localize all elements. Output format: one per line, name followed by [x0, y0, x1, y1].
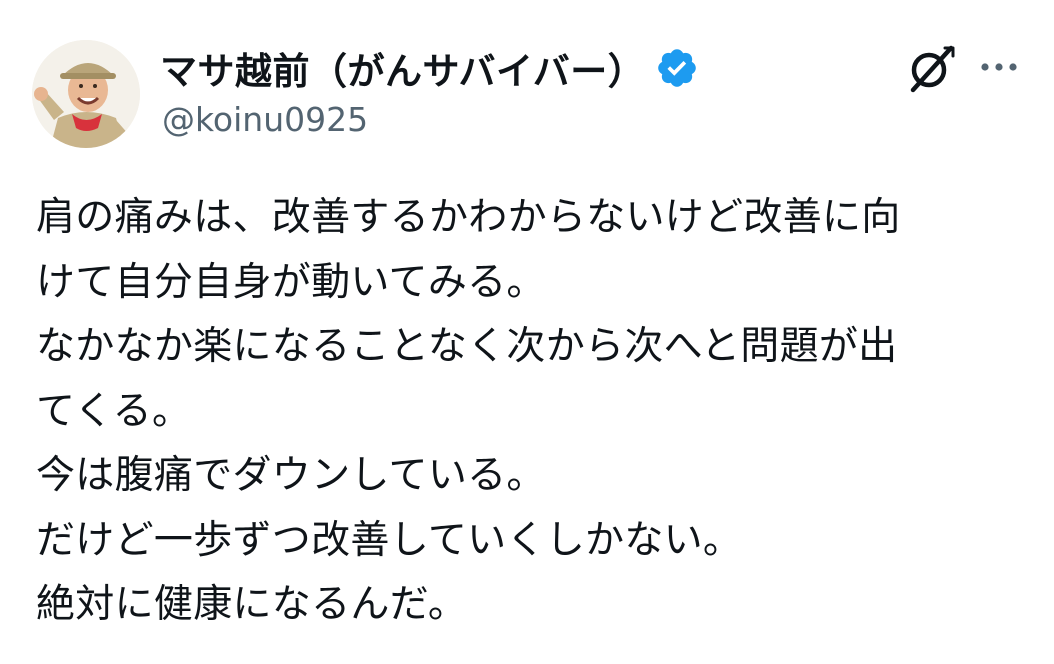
tweet-line: なかなか楽になることなく次から次へと問題が出 — [36, 324, 898, 369]
tweet-line: 絶対に健康になるんだ。 — [36, 582, 468, 627]
tweet-line: 肩の痛みは、改善するかわからないけど改善に向 — [36, 195, 901, 240]
tweet-line: てくる。 — [36, 388, 192, 434]
tweet-line: けて自分自身が動いてみる。 — [36, 259, 546, 305]
user-handle[interactable]: @koinu0925 — [162, 100, 368, 139]
display-name-row[interactable]: マサ越前（がんサバイバー） — [160, 40, 699, 96]
tweet-line: だけど一歩ずつ改善していくしかない。 — [36, 517, 743, 563]
display-name[interactable]: マサ越前（がんサバイバー） — [160, 41, 645, 95]
avatar[interactable] — [32, 40, 140, 148]
tweet-line: 今は腹痛でダウンしている。 — [36, 453, 546, 498]
avatar-image — [32, 40, 140, 148]
tweet-text: 肩の痛みは、改善するかわからないけど改善に向 けて自分自身が動いてみる。 なかな… — [36, 186, 1026, 638]
grok-icon[interactable] — [905, 42, 957, 94]
more-options-icon[interactable] — [978, 52, 1020, 82]
verified-badge-icon[interactable] — [655, 46, 699, 90]
